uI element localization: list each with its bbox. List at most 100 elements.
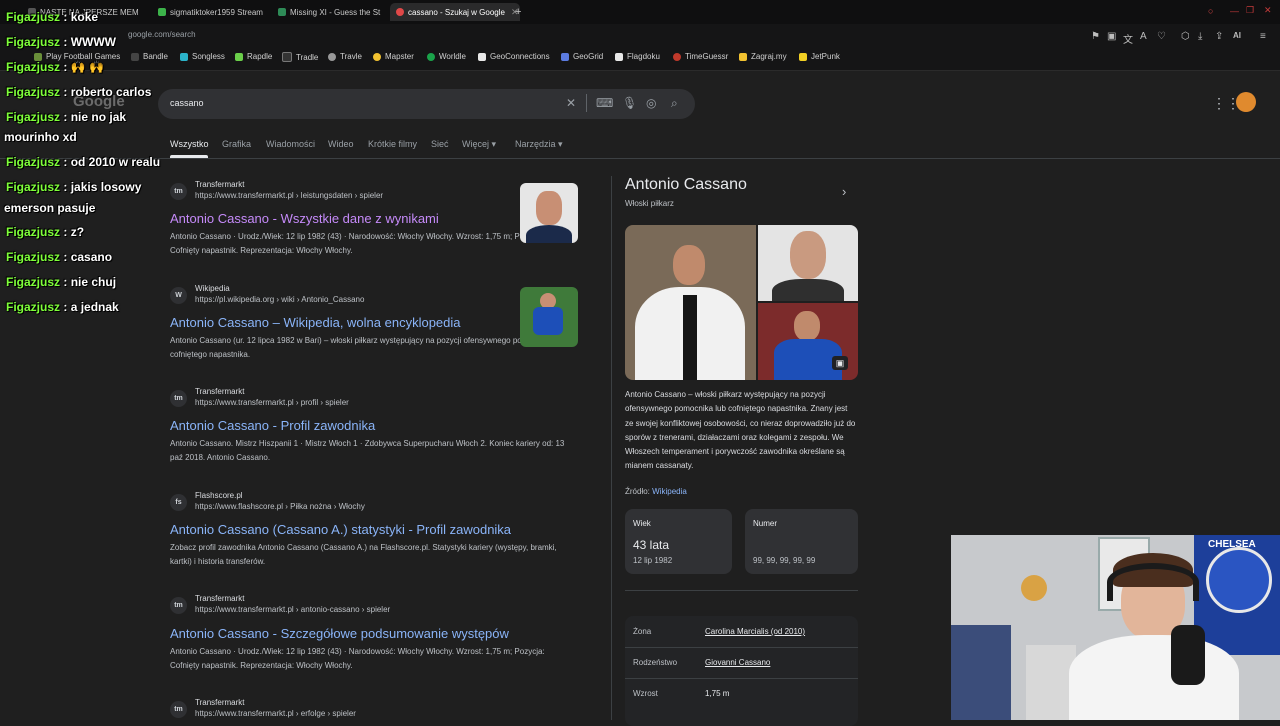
bookmark-worldle[interactable]: Worldle xyxy=(427,52,466,61)
kp-card-number[interactable]: Numer 99, 99, 99, 99, 99 xyxy=(745,509,858,574)
tab-wiecej[interactable]: Więcej ▾ xyxy=(462,139,496,150)
bookmark-geoconnections[interactable]: GeoConnections xyxy=(478,52,550,61)
tab-wiadomosci[interactable]: Wiadomości xyxy=(266,139,315,149)
bookmark-icon[interactable]: ⚑ xyxy=(1091,31,1100,42)
lens-icon[interactable]: ◎ xyxy=(646,96,656,110)
kp-fact-divider xyxy=(625,678,858,679)
bookmark-mapster[interactable]: Mapster xyxy=(373,52,414,61)
bookmark-label: Mapster xyxy=(385,52,414,61)
clear-search-icon[interactable]: ✕ xyxy=(566,96,576,110)
search-icon[interactable]: ○ xyxy=(1208,6,1213,16)
result-url[interactable]: https://www.transfermarkt.pl › erfolge ›… xyxy=(195,709,615,718)
tab-3[interactable]: Missing XI - Guess the St xyxy=(272,3,394,21)
kp-image-2[interactable] xyxy=(758,225,858,301)
bookmark-favicon xyxy=(235,52,243,61)
result-url[interactable]: https://www.transfermarkt.pl › profil › … xyxy=(195,398,615,407)
tools-button[interactable]: Narzędzia ▾ xyxy=(515,139,563,150)
bookmark-label: Tradle xyxy=(296,52,319,62)
result-title-link[interactable]: Antonio Cassano - Szczegółowe podsumowan… xyxy=(170,626,590,641)
bookmark-label: Bandle xyxy=(143,52,168,61)
search-result: Transfermarkt https://www.transfermarkt.… xyxy=(170,698,615,718)
bookmark-jetpunk[interactable]: JetPunk xyxy=(799,52,840,61)
chat-username: Figazjusz xyxy=(6,180,61,194)
favorite-icon[interactable]: ♡ xyxy=(1157,31,1166,42)
bookmark-favicon xyxy=(180,52,188,61)
chat-text: roberto carlos xyxy=(70,85,152,99)
menu-icon[interactable]: ≡ xyxy=(1260,31,1266,42)
download-icon[interactable]: ⤓ xyxy=(1198,31,1202,42)
tab-siec[interactable]: Sieć xyxy=(431,139,449,149)
maximize-icon[interactable]: ❐ xyxy=(1246,5,1254,16)
extensions-icon[interactable]: ⬡ xyxy=(1181,31,1190,42)
tab-wideo[interactable]: Wideo xyxy=(328,139,354,149)
webcam-overlay: CHELSEA xyxy=(951,535,1280,720)
screenshot-icon[interactable]: ▣ xyxy=(1107,31,1116,42)
kp-card-sub: 99, 99, 99, 99, 99 xyxy=(753,556,816,565)
chat-username: Figazjusz xyxy=(6,60,61,74)
result-title-link[interactable]: Antonio Cassano - Profil zawodnika xyxy=(170,418,590,433)
kp-fact-value: 1,75 m xyxy=(705,689,730,698)
tab-grafika[interactable]: Grafika xyxy=(222,139,251,149)
microphone-icon[interactable]: 🎙 xyxy=(622,96,637,110)
chat-username: Figazjusz xyxy=(6,250,61,264)
minimize-icon[interactable]: — xyxy=(1230,6,1239,16)
read-aloud-icon[interactable]: A xyxy=(1140,31,1147,42)
chat-text: a jednak xyxy=(70,300,119,314)
gallery-icon[interactable]: ▣ xyxy=(832,356,848,370)
result-url[interactable]: https://www.transfermarkt.pl › antonio-c… xyxy=(195,605,615,614)
result-thumbnail[interactable] xyxy=(520,183,578,243)
tab-krotkie-filmy[interactable]: Krótkie filmy xyxy=(368,139,417,149)
result-title-link[interactable]: Antonio Cassano (Cassano A.) statystyki … xyxy=(170,522,590,537)
search-result-body: Antonio Cassano - Szczegółowe podsumowan… xyxy=(170,620,590,673)
close-window-icon[interactable]: ✕ xyxy=(1264,5,1272,16)
google-favicon xyxy=(396,8,404,16)
kp-fact-value[interactable]: Giovanni Cassano xyxy=(705,658,770,667)
search-icon[interactable]: ⌕ xyxy=(671,96,678,111)
kp-card-age[interactable]: Wiek 43 lata 12 lip 1982 xyxy=(625,509,732,574)
chevron-right-icon[interactable]: › xyxy=(842,184,846,199)
search-box[interactable] xyxy=(158,89,695,119)
chat-text: jakis losowy xyxy=(70,180,142,194)
result-url[interactable]: https://www.flashscore.pl › Piłka nożna … xyxy=(195,502,615,511)
chat-message: Figazjusz : casano xyxy=(6,250,113,264)
kp-title: Antonio Cassano xyxy=(625,176,747,193)
bookmark-label: GeoGrid xyxy=(573,52,604,61)
kp-image-main[interactable] xyxy=(625,225,756,380)
bookmark-bandle[interactable]: Bandle xyxy=(131,52,168,61)
keyboard-icon[interactable]: ⌨ xyxy=(596,96,613,110)
bookmark-songless[interactable]: Songless xyxy=(180,52,225,61)
url-field[interactable]: google.com/search xyxy=(128,30,196,39)
chat-message: Figazjusz : WWWW xyxy=(6,35,116,49)
bookmark-tradle[interactable]: Tradle xyxy=(282,52,318,62)
kp-card-label: Wiek xyxy=(633,519,651,528)
chat-message: Figazjusz : roberto carlos xyxy=(6,85,152,99)
tab-2[interactable]: sigmatiktoker1959 Stream xyxy=(152,3,279,21)
bookmark-zagraj-my[interactable]: Zagraj.my xyxy=(739,52,787,61)
bookmark-favicon xyxy=(328,52,336,61)
bookmark-flagdoku[interactable]: Flagdoku xyxy=(615,52,660,61)
tab-active-search[interactable]: cassano - Szukaj w Google ✕ xyxy=(390,3,520,21)
kp-source-link[interactable]: Wikipedia xyxy=(652,487,687,496)
kp-image-3[interactable]: ▣ xyxy=(758,303,858,380)
result-snippet: Antonio Cassano · Urodz./Wiek: 12 lip 19… xyxy=(170,647,545,670)
bookmark-favicon xyxy=(131,52,139,61)
chat-text: casano xyxy=(70,250,113,264)
account-avatar[interactable] xyxy=(1236,92,1256,112)
bookmark-travle[interactable]: Travle xyxy=(328,52,362,61)
result-thumbnail[interactable] xyxy=(520,287,578,347)
kp-fact-value[interactable]: Carolina Marcialis (od 2010) xyxy=(705,627,805,636)
chat-message: Figazjusz : jakis losowy xyxy=(6,180,142,194)
bookmark-geogrid[interactable]: GeoGrid xyxy=(561,52,603,61)
shirt-shape xyxy=(772,279,844,301)
new-tab-button[interactable]: + xyxy=(509,3,535,21)
search-input[interactable]: cassano xyxy=(170,98,204,108)
translate-icon[interactable]: 文 xyxy=(1123,31,1133,46)
bookmark-timeguessr[interactable]: TimeGuessr xyxy=(673,52,728,61)
bookmark-rapdle[interactable]: Rapdle xyxy=(235,52,272,61)
share-icon[interactable]: ⇪ xyxy=(1215,31,1223,42)
ai-button[interactable]: AI xyxy=(1233,31,1241,40)
tab-wszystko[interactable]: Wszystko xyxy=(170,139,209,149)
headphones xyxy=(1107,563,1199,601)
tab-favicon xyxy=(158,8,166,16)
streamer-shirt xyxy=(1069,635,1239,720)
